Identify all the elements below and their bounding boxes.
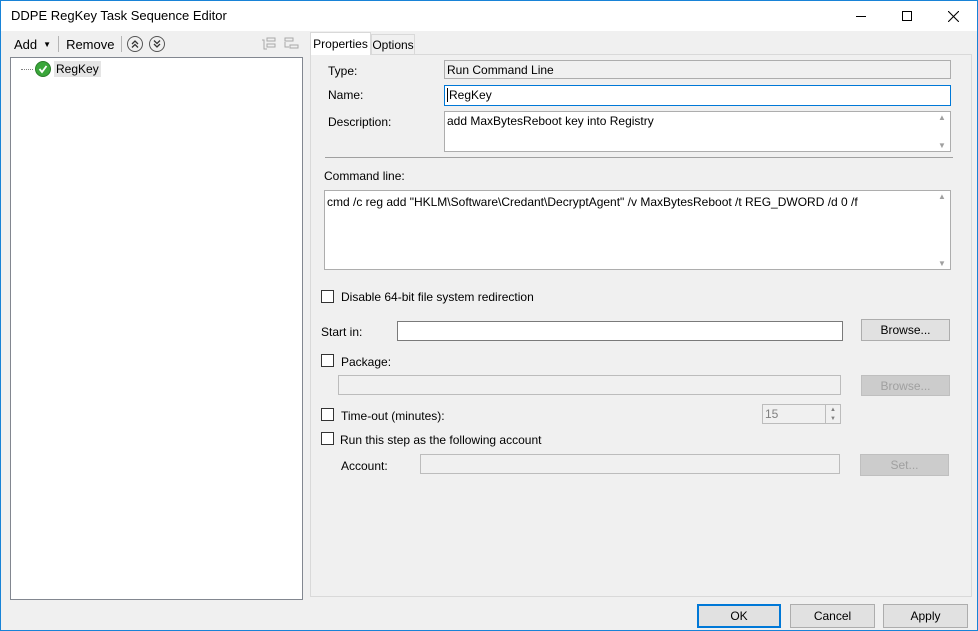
scroll-up-icon: ▲ (938, 113, 946, 122)
description-label: Description: (328, 115, 392, 129)
start-in-label: Start in: (321, 325, 363, 339)
scroll-down-icon: ▼ (938, 141, 946, 150)
account-label: Account: (341, 459, 388, 473)
section-divider (325, 157, 953, 158)
scroll-up-icon: ▲ (938, 192, 946, 201)
name-value: RegKey (447, 88, 492, 102)
disable-64bit-checkbox[interactable] (321, 290, 334, 303)
ok-button[interactable]: OK (697, 604, 781, 628)
double-chevron-up-icon (132, 40, 139, 48)
double-chevron-down-icon (154, 40, 161, 48)
description-value: add MaxBytesReboot key into Registry (447, 114, 654, 128)
name-input[interactable]: RegKey (444, 85, 951, 106)
chevron-down-icon: ▼ (43, 39, 52, 49)
run-as-label: Run this step as the following account (340, 433, 542, 447)
spin-up-icon[interactable]: ▲ (826, 405, 840, 414)
tree-connector (21, 68, 33, 70)
tab-options[interactable]: Options (371, 34, 415, 55)
account-input[interactable] (420, 454, 840, 474)
sequence-toolbar: Add ▼ Remove (9, 33, 305, 55)
move-down-button[interactable] (149, 36, 166, 52)
timeout-label: Time-out (minutes): (341, 409, 445, 423)
success-check-icon (35, 61, 51, 77)
sequence-tree[interactable]: RegKey (10, 57, 303, 600)
run-as-checkbox[interactable] (321, 432, 334, 445)
command-line-input[interactable]: cmd /c reg add "HKLM\Software\Credant\De… (324, 190, 951, 270)
command-line-label: Command line: (324, 169, 405, 183)
minimize-button[interactable] (838, 1, 884, 31)
description-scrollbar[interactable]: ▲ ▼ (935, 113, 949, 150)
scroll-down-icon: ▼ (938, 259, 946, 268)
package-browse-button[interactable]: Browse... (861, 375, 950, 396)
tree-item-regkey[interactable]: RegKey (21, 60, 101, 78)
move-up-button[interactable] (127, 36, 144, 52)
start-in-input[interactable] (397, 321, 843, 341)
close-button[interactable] (930, 1, 976, 31)
spin-down-icon[interactable]: ▼ (826, 414, 840, 423)
type-label: Type: (328, 64, 358, 78)
type-field: Run Command Line (444, 60, 951, 79)
tab-properties[interactable]: Properties (310, 32, 371, 55)
timeout-checkbox[interactable] (321, 408, 334, 421)
task-sequence-editor-window: DDPE RegKey Task Sequence Editor Add ▼ R… (0, 0, 978, 631)
toolbar-separator (58, 36, 60, 52)
package-label: Package: (341, 355, 392, 369)
cancel-button[interactable]: Cancel (790, 604, 875, 628)
command-line-value: cmd /c reg add "HKLM\Software\Credant\De… (327, 195, 858, 209)
toolbar-separator (121, 36, 123, 52)
package-checkbox[interactable] (321, 354, 334, 367)
minimize-icon (856, 16, 866, 17)
command-line-scrollbar[interactable]: ▲ ▼ (935, 192, 949, 268)
close-icon (947, 10, 959, 22)
package-input[interactable] (338, 375, 841, 395)
add-button[interactable]: Add ▼ (9, 34, 56, 54)
add-button-label: Add (14, 36, 38, 52)
remove-button[interactable]: Remove (61, 34, 119, 54)
maximize-icon (902, 11, 912, 21)
apply-button[interactable]: Apply (883, 604, 968, 628)
window-title: DDPE RegKey Task Sequence Editor (11, 8, 227, 23)
group-icon[interactable] (260, 36, 278, 52)
maximize-button[interactable] (884, 1, 930, 31)
ungroup-icon[interactable] (282, 36, 300, 52)
timeout-spinner[interactable]: ▲ ▼ (825, 405, 840, 423)
disable-64bit-label: Disable 64-bit file system redirection (341, 290, 534, 304)
description-input[interactable]: add MaxBytesReboot key into Registry ▲ ▼ (444, 111, 951, 152)
tree-item-label: RegKey (54, 61, 101, 77)
set-account-button[interactable]: Set... (860, 454, 949, 476)
name-label: Name: (328, 88, 364, 102)
start-in-browse-button[interactable]: Browse... (861, 319, 950, 341)
title-bar: DDPE RegKey Task Sequence Editor (1, 1, 977, 31)
